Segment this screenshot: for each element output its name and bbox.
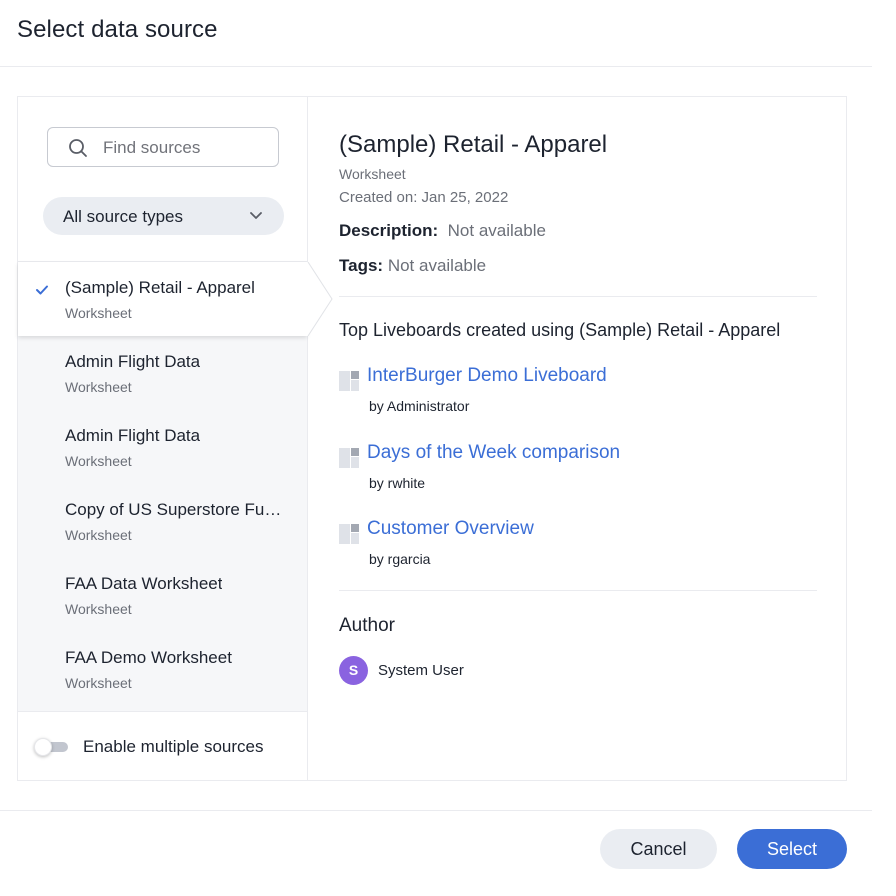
liveboard-item: Days of the Week comparison by rwhite bbox=[339, 442, 817, 502]
liveboard-item: Customer Overview by rgarcia bbox=[339, 518, 817, 578]
liveboard-icon bbox=[339, 524, 359, 544]
source-title: (Sample) Retail - Apparel bbox=[339, 131, 608, 158]
selected-pointer-arrow bbox=[306, 262, 333, 336]
liveboards-heading: Top Liveboards created using (Sample) Re… bbox=[339, 320, 781, 340]
source-name: Admin Flight Data bbox=[65, 426, 201, 445]
source-list-item[interactable]: Admin Flight Data Worksheet bbox=[18, 410, 307, 484]
source-type-dropdown-label: All source types bbox=[63, 207, 183, 226]
source-type: Worksheet bbox=[65, 601, 132, 617]
tags-value: Not available bbox=[387, 256, 487, 275]
cancel-button[interactable]: Cancel bbox=[600, 829, 717, 869]
source-type-label: Worksheet bbox=[339, 166, 406, 182]
content-panel: All source types (Sample) Retail - Appar… bbox=[17, 96, 847, 781]
tags-row: Tags: Not available bbox=[339, 256, 486, 276]
source-list: (Sample) Retail - Apparel Worksheet Admi… bbox=[18, 261, 333, 711]
sidebar-footer: Enable multiple sources bbox=[18, 711, 307, 780]
created-date: Created on: Jan 25, 2022 bbox=[339, 189, 509, 206]
source-type: Worksheet bbox=[65, 305, 132, 321]
source-list-item[interactable]: Copy of US Superstore Fu… Worksheet bbox=[18, 484, 307, 558]
source-sidebar: All source types (Sample) Retail - Appar… bbox=[18, 97, 333, 780]
avatar: S bbox=[339, 656, 368, 685]
author-heading: Author bbox=[339, 615, 395, 636]
select-data-source-dialog: Select data source All source types bbox=[0, 0, 872, 896]
source-name: FAA Demo Worksheet bbox=[65, 648, 232, 667]
source-list-item-selected[interactable]: (Sample) Retail - Apparel Worksheet bbox=[18, 262, 333, 336]
source-name: Copy of US Superstore Fu… bbox=[65, 500, 282, 519]
dialog-title: Select data source bbox=[17, 16, 218, 43]
description-value: Not available bbox=[447, 221, 546, 240]
source-list-item[interactable]: Admin Flight Data Worksheet bbox=[18, 336, 307, 410]
source-type: Worksheet bbox=[65, 379, 132, 395]
check-icon bbox=[36, 285, 48, 295]
liveboard-link[interactable]: InterBurger Demo Liveboard bbox=[367, 365, 607, 387]
source-list-item[interactable]: FAA Data Worksheet Worksheet bbox=[18, 558, 307, 632]
liveboard-link[interactable]: Days of the Week comparison bbox=[367, 442, 620, 464]
liveboard-author: by rwhite bbox=[369, 475, 426, 491]
liveboard-icon bbox=[339, 371, 359, 391]
source-details: (Sample) Retail - Apparel Worksheet Crea… bbox=[339, 97, 819, 780]
source-name: Admin Flight Data bbox=[65, 352, 201, 371]
search-icon bbox=[69, 139, 87, 157]
search-field[interactable] bbox=[47, 127, 279, 167]
dialog-header: Select data source bbox=[0, 0, 872, 67]
divider bbox=[339, 296, 817, 297]
author-name: System User bbox=[378, 662, 464, 679]
description-label: Description: bbox=[339, 221, 439, 240]
source-type: Worksheet bbox=[65, 527, 132, 543]
liveboard-item: InterBurger Demo Liveboard by Administra… bbox=[339, 365, 817, 425]
description-row: Description: Not available bbox=[339, 221, 546, 241]
chevron-down-icon bbox=[250, 212, 262, 219]
source-type-dropdown[interactable]: All source types bbox=[43, 197, 284, 235]
liveboard-author: by Administrator bbox=[369, 398, 470, 414]
divider bbox=[339, 590, 817, 591]
dialog-footer: Cancel Select bbox=[0, 810, 872, 896]
select-button[interactable]: Select bbox=[737, 829, 847, 869]
source-type: Worksheet bbox=[65, 675, 132, 691]
source-list-item[interactable]: FAA Demo Worksheet Worksheet bbox=[18, 632, 307, 706]
liveboard-author: by rgarcia bbox=[369, 551, 431, 567]
source-type: Worksheet bbox=[65, 453, 132, 469]
search-input[interactable] bbox=[103, 137, 268, 159]
toggle-knob bbox=[34, 738, 52, 756]
liveboard-icon bbox=[339, 448, 359, 468]
enable-multiple-sources-label: Enable multiple sources bbox=[83, 737, 264, 756]
source-name: FAA Data Worksheet bbox=[65, 574, 223, 593]
source-name: (Sample) Retail - Apparel bbox=[65, 278, 255, 297]
liveboard-link[interactable]: Customer Overview bbox=[367, 518, 534, 540]
tags-label: Tags: bbox=[339, 256, 384, 275]
enable-multiple-sources-toggle[interactable] bbox=[34, 738, 68, 756]
